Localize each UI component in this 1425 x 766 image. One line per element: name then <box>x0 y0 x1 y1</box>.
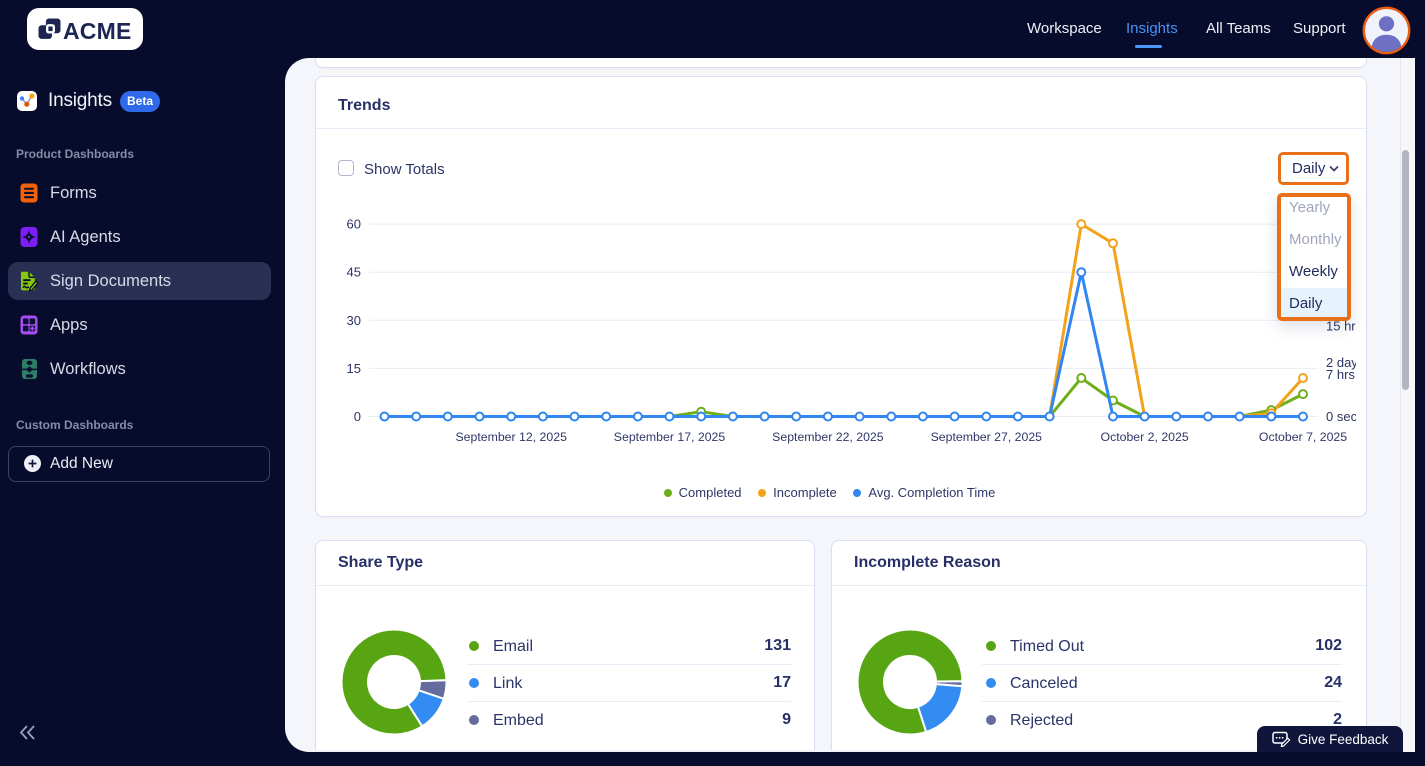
svg-text:September 22, 2025: September 22, 2025 <box>772 430 884 444</box>
svg-text:ACME: ACME <box>63 18 132 44</box>
svg-text:15: 15 <box>347 361 361 376</box>
svg-text:0: 0 <box>354 409 361 424</box>
svg-text:September 17, 2025: September 17, 2025 <box>614 430 726 444</box>
svg-text:September 27, 2025: September 27, 2025 <box>931 430 1043 444</box>
svg-text:October 7, 2025: October 7, 2025 <box>1259 430 1347 444</box>
svg-text:30: 30 <box>347 313 361 328</box>
svg-text:September 12, 2025: September 12, 2025 <box>455 430 567 444</box>
svg-text:0 secs: 0 secs <box>1326 409 1356 424</box>
svg-text:7 hrs: 7 hrs <box>1326 367 1355 382</box>
svg-text:October 2, 2025: October 2, 2025 <box>1101 430 1189 444</box>
svg-text:45: 45 <box>347 265 361 280</box>
svg-text:60: 60 <box>347 217 361 232</box>
